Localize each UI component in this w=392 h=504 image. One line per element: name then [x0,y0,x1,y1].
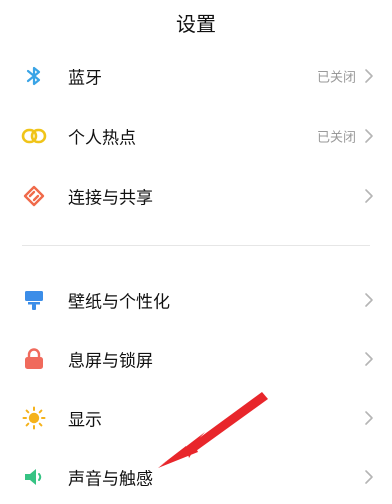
settings-item-sound[interactable]: 声音与触感 [0,449,392,504]
chevron-right-icon [365,411,373,425]
chevron-right-icon [365,352,373,366]
settings-item-connection-sharing[interactable]: 连接与共享 [0,168,392,224]
settings-item-label: 连接与共享 [68,188,153,209]
display-sun-icon [20,404,48,432]
settings-item-lockscreen[interactable]: 息屏与锁屏 [0,331,392,387]
page-title: 设置 [176,12,216,36]
connection-sharing-icon [20,182,48,210]
chevron-right-icon [365,189,373,203]
sound-speaker-icon [20,463,48,491]
settings-item-label: 个人热点 [68,128,136,149]
bluetooth-icon [20,62,48,90]
chevron-right-icon [365,293,373,307]
settings-item-label: 蓝牙 [68,68,102,89]
settings-item-label: 声音与触感 [68,469,153,490]
lock-icon [20,345,48,373]
settings-item-label: 显示 [68,410,102,431]
hotspot-icon [20,122,48,150]
chevron-right-icon [365,470,373,484]
settings-item-hotspot[interactable]: 个人热点 已关闭 [0,108,392,164]
settings-item-bluetooth[interactable]: 蓝牙 已关闭 [0,48,392,104]
status-text: 已关闭 [316,70,356,86]
chevron-right-icon [365,69,373,83]
settings-item-wallpaper[interactable]: 壁纸与个性化 [0,272,392,328]
section-divider [22,245,370,246]
status-text: 已关闭 [316,130,356,146]
settings-item-label: 息屏与锁屏 [68,351,153,372]
chevron-right-icon [365,129,373,143]
settings-screen: 设置 蓝牙 已关闭 个人热点 已关闭 连接与共享 壁纸与个性化 息屏与锁屏 显示… [0,0,392,504]
wallpaper-icon [20,286,48,314]
settings-item-label: 壁纸与个性化 [68,292,170,313]
settings-item-display[interactable]: 显示 [0,390,392,446]
